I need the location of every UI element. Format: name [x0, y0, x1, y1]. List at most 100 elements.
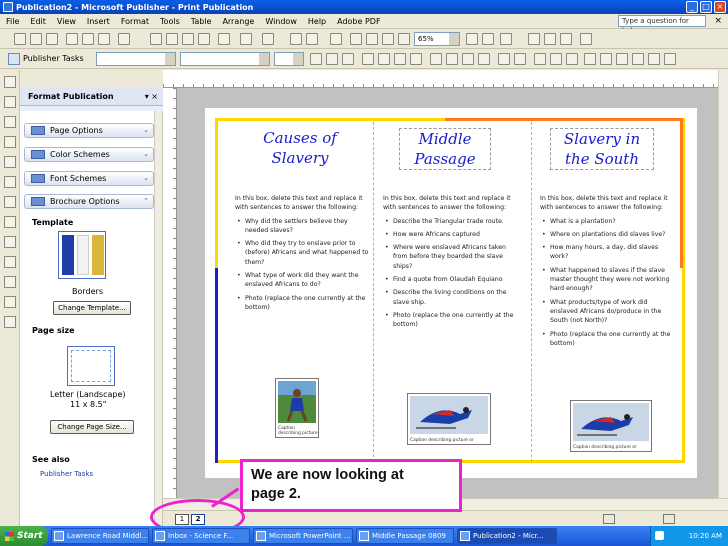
cut-icon[interactable]: [150, 33, 162, 45]
oval-icon[interactable]: [4, 216, 16, 228]
close-button[interactable]: ×: [714, 1, 726, 13]
paste-icon[interactable]: [182, 33, 194, 45]
print-preview-icon[interactable]: [82, 33, 94, 45]
menu-insert[interactable]: Insert: [87, 17, 110, 26]
horizontal-ruler[interactable]: [163, 70, 718, 88]
hot-spot-icon[interactable]: [4, 276, 16, 288]
menu-file[interactable]: File: [6, 17, 19, 26]
arrow-icon[interactable]: [4, 196, 16, 208]
photo-skater[interactable]: Caption describing picture or: [570, 400, 652, 452]
new-icon[interactable]: [14, 33, 26, 45]
toolbar-options-2-icon[interactable]: [664, 53, 676, 65]
task-pane-close-icon[interactable]: ▾ ×: [145, 88, 158, 106]
vertical-scrollbar[interactable]: [718, 70, 728, 498]
text-frame-icon[interactable]: [366, 33, 378, 45]
save-icon[interactable]: [46, 33, 58, 45]
zoom-in-icon[interactable]: [482, 33, 494, 45]
taskbar-item-middle-passage[interactable]: Middle Passage 0809: [356, 528, 454, 544]
menu-edit[interactable]: Edit: [30, 17, 46, 26]
panel-text-box[interactable]: In this box, delete this text and replac…: [235, 194, 370, 316]
autoshapes-icon[interactable]: [4, 256, 16, 268]
font-size-up-icon[interactable]: [498, 53, 510, 65]
section-page-options[interactable]: Page Options ⌄: [24, 123, 154, 138]
font-color-icon[interactable]: [566, 53, 578, 65]
help-search-input[interactable]: Type a question for help: [618, 15, 706, 35]
line-icon[interactable]: [4, 176, 16, 188]
font-select[interactable]: [180, 52, 270, 66]
decrease-indent-icon[interactable]: [462, 53, 474, 65]
style-select[interactable]: [96, 52, 176, 66]
taskbar-item-powerpoint[interactable]: Microsoft PowerPoint ...: [253, 528, 353, 544]
change-page-size-button[interactable]: Change Page Size...: [50, 420, 134, 434]
open-icon[interactable]: [30, 33, 42, 45]
columns-icon[interactable]: [350, 33, 362, 45]
brochure-page[interactable]: Causes of Slavery In this box, delete th…: [205, 108, 697, 478]
format-painter-icon[interactable]: [198, 33, 210, 45]
help-icon[interactable]: [500, 33, 512, 45]
photo-runner[interactable]: Caption describing picture: [275, 378, 319, 438]
taskbar-item-publication2[interactable]: Publication2 - Micr...: [457, 528, 557, 544]
pdf-review-icon[interactable]: [560, 33, 572, 45]
taskbar-item-inbox[interactable]: Inbox - Science F...: [152, 528, 250, 544]
align-left-icon[interactable]: [362, 53, 374, 65]
fill-color-icon[interactable]: [534, 53, 546, 65]
justify-icon[interactable]: [410, 53, 422, 65]
tray-icon[interactable]: [655, 531, 664, 540]
print-icon[interactable]: [66, 33, 78, 45]
menu-table[interactable]: Table: [191, 17, 212, 26]
shadow-style-icon[interactable]: [632, 53, 644, 65]
panel-text-box[interactable]: In this box, delete this text and replac…: [383, 194, 518, 334]
zoom-select[interactable]: 65%: [414, 32, 460, 46]
bullets-icon[interactable]: [446, 53, 458, 65]
panel-title[interactable]: Causes of Slavery: [235, 128, 365, 168]
spelling-icon[interactable]: [98, 33, 110, 45]
underline-icon[interactable]: [342, 53, 354, 65]
minimize-button[interactable]: _: [686, 1, 698, 13]
design-gallery-icon[interactable]: [4, 316, 16, 328]
special-characters-icon[interactable]: [382, 33, 394, 45]
undo-icon[interactable]: [240, 33, 252, 45]
clear-icon[interactable]: [218, 33, 230, 45]
pdf-convert-icon[interactable]: [528, 33, 540, 45]
insert-table-icon[interactable]: [4, 116, 16, 128]
text-box-icon[interactable]: [4, 96, 16, 108]
show-formatting-icon[interactable]: [398, 33, 410, 45]
line-color-icon[interactable]: [550, 53, 562, 65]
photo-skater[interactable]: Caption describing picture or: [407, 393, 491, 445]
3d-style-icon[interactable]: [648, 53, 660, 65]
maximize-button[interactable]: □: [700, 1, 712, 13]
font-size-down-icon[interactable]: [514, 53, 526, 65]
section-brochure-options[interactable]: Brochure Options ⌃: [24, 194, 154, 209]
bring-to-front-icon[interactable]: [290, 33, 302, 45]
wordart-icon[interactable]: [4, 136, 16, 148]
menu-tools[interactable]: Tools: [160, 17, 180, 26]
menu-help[interactable]: Help: [308, 17, 326, 26]
zoom-out-icon[interactable]: [466, 33, 478, 45]
publisher-tasks-link[interactable]: Publisher Tasks: [40, 470, 93, 478]
page-size-thumbnail[interactable]: [67, 346, 115, 386]
close-document-icon[interactable]: ×: [714, 16, 722, 26]
toolbar-options-icon[interactable]: [580, 33, 592, 45]
redo-icon[interactable]: [262, 33, 274, 45]
task-pane-scrollbar[interactable]: [154, 111, 162, 526]
section-color-schemes[interactable]: Color Schemes ⌄: [24, 147, 154, 162]
numbering-icon[interactable]: [430, 53, 442, 65]
clock[interactable]: 10:20 AM: [689, 532, 722, 540]
align-center-icon[interactable]: [378, 53, 390, 65]
bold-icon[interactable]: [310, 53, 322, 65]
send-to-back-icon[interactable]: [306, 33, 318, 45]
menu-format[interactable]: Format: [121, 17, 149, 26]
dash-style-icon[interactable]: [600, 53, 612, 65]
menu-view[interactable]: View: [57, 17, 76, 26]
select-objects-icon[interactable]: [4, 76, 16, 88]
insert-hyperlink-icon[interactable]: [330, 33, 342, 45]
arrow-style-icon[interactable]: [616, 53, 628, 65]
panel-text-box[interactable]: In this box, delete this text and replac…: [540, 194, 675, 352]
menu-window[interactable]: Window: [265, 17, 297, 26]
menu-adobe-pdf[interactable]: Adobe PDF: [337, 17, 380, 26]
panel-title[interactable]: Middle Passage: [399, 128, 491, 170]
menu-arrange[interactable]: Arrange: [222, 17, 254, 26]
rectangle-icon[interactable]: [4, 236, 16, 248]
panel-title[interactable]: Slavery in the South: [550, 128, 654, 170]
taskbar-item-lawrence-road[interactable]: Lawrence Road Middl...: [51, 528, 149, 544]
